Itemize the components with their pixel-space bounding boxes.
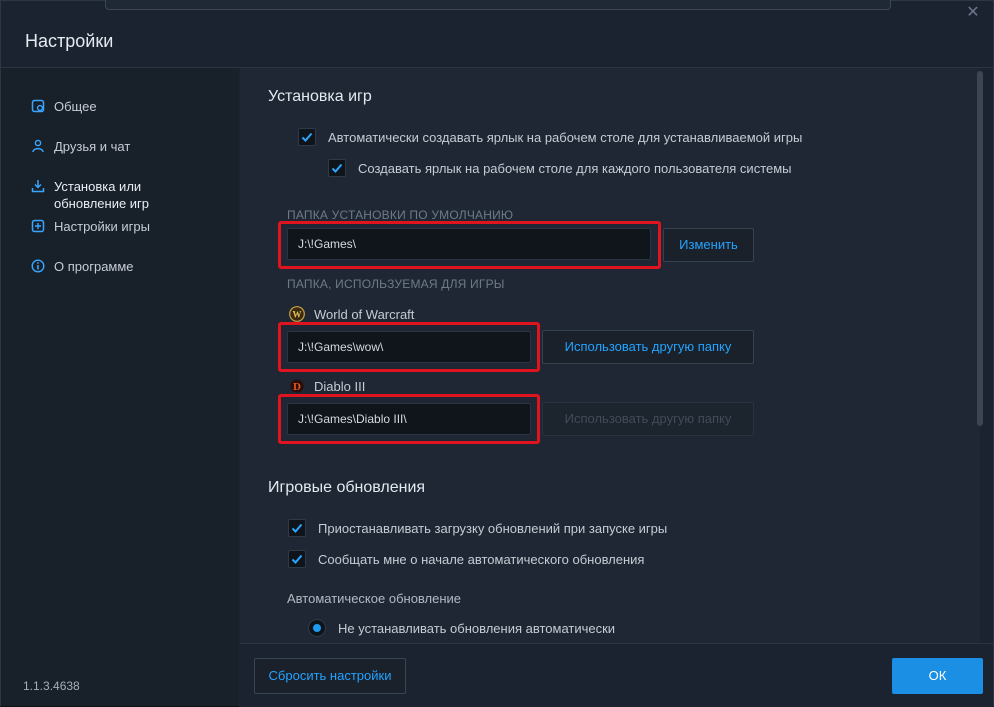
- pause-updates-row[interactable]: Приостанавливать загрузку обновлений при…: [288, 519, 667, 537]
- friends-icon: [32, 139, 44, 153]
- sidebar-item-general[interactable]: Общее: [31, 98, 97, 115]
- settings-content: Установка игр Автоматически создавать яр…: [240, 68, 980, 643]
- checkmark-icon: [291, 523, 303, 533]
- per-user-checkbox[interactable]: [328, 159, 346, 177]
- game-settings-icon: [31, 219, 45, 233]
- reset-settings-button[interactable]: Сбросить настройки: [254, 658, 406, 694]
- notify-updates-label: Сообщать мне о начале автоматического об…: [318, 551, 645, 567]
- sidebar-item-label: О программе: [54, 259, 134, 274]
- sidebar-item-game-settings[interactable]: Настройки игры: [31, 218, 150, 235]
- sidebar-item-about[interactable]: О программе: [31, 258, 134, 275]
- diablo-change-folder-button: Использовать другую папку: [542, 402, 754, 436]
- diablo-game-name: Diablo III: [314, 378, 366, 394]
- notify-updates-row[interactable]: Сообщать мне о начале автоматического об…: [288, 550, 644, 568]
- notify-updates-checkbox[interactable]: [288, 550, 306, 568]
- ok-button[interactable]: ОК: [892, 658, 983, 694]
- page-title: Настройки: [25, 31, 114, 51]
- checkmark-icon: [331, 163, 343, 173]
- close-icon[interactable]: ✕: [965, 5, 981, 21]
- gear-icon: [31, 99, 45, 113]
- per-user-checkbox-row[interactable]: Создавать ярлык на рабочем столе для каж…: [328, 159, 792, 177]
- footer-bar: Сбросить настройки ОК: [240, 643, 993, 707]
- shortcut-checkbox[interactable]: [298, 128, 316, 146]
- auto-update-label: Автоматическое обновление: [287, 591, 462, 606]
- content-scrollbar[interactable]: [977, 71, 983, 426]
- no-auto-update-label: Не устанавливать обновления автоматическ…: [338, 620, 616, 636]
- diablo-icon: D: [290, 379, 304, 393]
- default-folder-caption: ПАПКА УСТАНОВКИ ПО УМОЛЧАНИЮ: [287, 208, 514, 222]
- sidebar-item-label: Общее: [54, 99, 97, 114]
- checkmark-icon: [301, 132, 313, 142]
- highlight-frame: [278, 221, 661, 269]
- wow-change-folder-button[interactable]: Использовать другую папку: [542, 330, 754, 364]
- per-user-label: Создавать ярлык на рабочем столе для каж…: [358, 160, 792, 176]
- shortcut-checkbox-row[interactable]: Автоматически создавать ярлык на рабочем…: [298, 128, 802, 146]
- wow-icon: W: [289, 306, 305, 322]
- diablo-game-row: D Diablo III: [289, 378, 365, 394]
- sidebar-item-install[interactable]: Установка или обновление игр: [31, 178, 149, 212]
- top-notch: [105, 0, 891, 10]
- game-folder-caption: ПАПКА, ИСПОЛЬЗУЕМАЯ ДЛЯ ИГРЫ: [287, 277, 505, 291]
- no-auto-update-row[interactable]: Не устанавливать обновления автоматическ…: [308, 619, 615, 637]
- no-auto-update-radio[interactable]: [308, 619, 326, 637]
- section-title-install: Установка игр: [268, 88, 372, 105]
- wow-game-row: W World of Warcraft: [289, 306, 414, 322]
- svg-text:W: W: [293, 310, 302, 320]
- sidebar-item-label: Друзья и чат: [54, 139, 131, 154]
- sidebar: Общее Друзья и чат Установка или обновле…: [1, 68, 239, 706]
- change-folder-button[interactable]: Изменить: [663, 228, 754, 262]
- wow-game-name: World of Warcraft: [314, 306, 415, 322]
- sidebar-item-label: Установка или обновление игр: [54, 179, 150, 211]
- info-icon: [31, 259, 45, 273]
- sidebar-item-label: Настройки игры: [54, 219, 150, 234]
- radio-selected-dot: [313, 624, 321, 632]
- highlight-frame: [278, 322, 540, 372]
- highlight-frame: [278, 394, 540, 444]
- version-label: 1.1.3.4638: [23, 679, 80, 693]
- pause-updates-checkbox[interactable]: [288, 519, 306, 537]
- checkmark-icon: [291, 554, 303, 564]
- section-title-updates: Игровые обновления: [268, 479, 426, 496]
- shortcut-label: Автоматически создавать ярлык на рабочем…: [328, 129, 803, 145]
- settings-window: ✕ Настройки Общее Друзья и чат Установка…: [0, 0, 994, 707]
- pause-updates-label: Приостанавливать загрузку обновлений при…: [318, 520, 668, 536]
- sidebar-item-friends[interactable]: Друзья и чат: [31, 138, 130, 155]
- download-icon: [31, 180, 45, 193]
- svg-text:D: D: [293, 381, 301, 393]
